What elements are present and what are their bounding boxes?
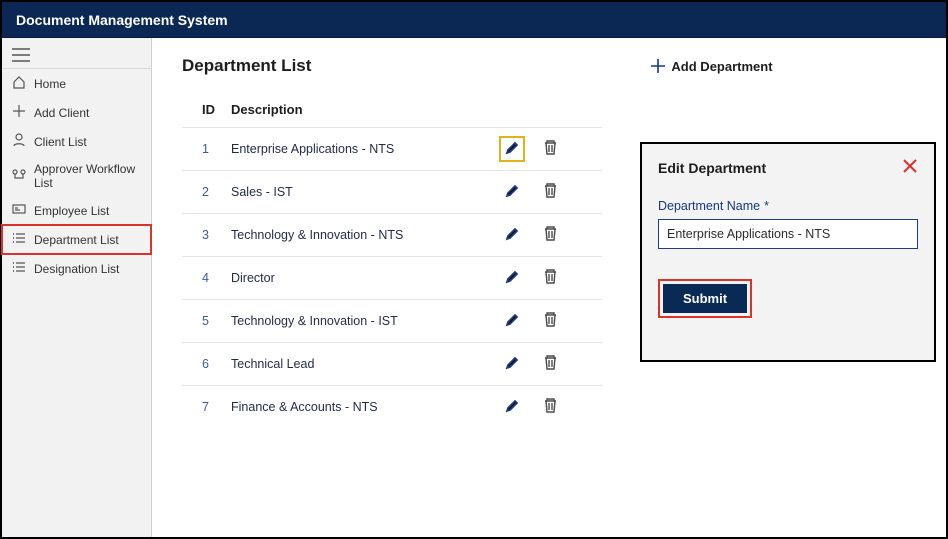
col-id: ID bbox=[182, 94, 223, 128]
delete-button[interactable] bbox=[539, 224, 561, 246]
pencil-icon bbox=[505, 141, 519, 158]
pencil-icon bbox=[505, 227, 519, 244]
delete-button[interactable] bbox=[539, 138, 561, 160]
card-icon bbox=[12, 202, 26, 219]
row-description: Director bbox=[223, 257, 493, 300]
row-description: Enterprise Applications - NTS bbox=[223, 128, 493, 171]
pencil-icon bbox=[505, 399, 519, 416]
home-icon bbox=[12, 75, 26, 92]
row-id: 4 bbox=[182, 257, 223, 300]
row-description: Finance & Accounts - NTS bbox=[223, 386, 493, 429]
table-row: 2Sales - IST bbox=[182, 171, 602, 214]
pencil-icon bbox=[505, 356, 519, 373]
row-description: Sales - IST bbox=[223, 171, 493, 214]
trash-icon bbox=[544, 312, 557, 330]
plus-icon bbox=[12, 104, 26, 121]
department-table: ID Description 1Enterprise Applications … bbox=[182, 94, 602, 428]
menu-toggle[interactable] bbox=[2, 42, 151, 69]
plus-icon bbox=[651, 59, 665, 73]
row-id: 5 bbox=[182, 300, 223, 343]
sidebar-item-approver-workflow-list[interactable]: Approver Workflow List bbox=[2, 156, 151, 196]
sidebar-item-label: Home bbox=[34, 77, 66, 91]
department-name-input[interactable] bbox=[658, 219, 918, 249]
submit-button[interactable]: Submit bbox=[663, 284, 747, 313]
required-mark: * bbox=[764, 199, 769, 213]
list-icon bbox=[12, 231, 26, 248]
submit-highlight: Submit bbox=[658, 279, 752, 318]
sidebar-item-home[interactable]: Home bbox=[2, 69, 151, 98]
pencil-icon bbox=[505, 270, 519, 287]
edit-button[interactable] bbox=[501, 310, 523, 332]
pencil-icon bbox=[505, 313, 519, 330]
page-header: Department List Add Department bbox=[182, 56, 920, 76]
sidebar-item-designation-list[interactable]: Designation List bbox=[2, 254, 151, 283]
edit-department-dialog: Edit Department Department Name * Submit bbox=[640, 142, 936, 362]
row-id: 6 bbox=[182, 343, 223, 386]
delete-button[interactable] bbox=[539, 181, 561, 203]
list-icon bbox=[12, 260, 26, 277]
table-row: 6Technical Lead bbox=[182, 343, 602, 386]
sidebar-item-department-list[interactable]: Department List bbox=[2, 225, 151, 254]
row-id: 1 bbox=[182, 128, 223, 171]
trash-icon bbox=[544, 140, 557, 158]
app-header: Document Management System bbox=[2, 2, 946, 38]
add-department-label: Add Department bbox=[671, 59, 772, 74]
edit-button[interactable] bbox=[501, 267, 523, 289]
sidebar-item-employee-list[interactable]: Employee List bbox=[2, 196, 151, 225]
table-row: 4Director bbox=[182, 257, 602, 300]
sidebar-item-label: Department List bbox=[34, 233, 119, 247]
trash-icon bbox=[544, 226, 557, 244]
row-id: 7 bbox=[182, 386, 223, 429]
delete-button[interactable] bbox=[539, 396, 561, 418]
trash-icon bbox=[544, 269, 557, 287]
sidebar-item-label: Client List bbox=[34, 135, 87, 149]
delete-button[interactable] bbox=[539, 310, 561, 332]
table-row: 5Technology & Innovation - IST bbox=[182, 300, 602, 343]
edit-button[interactable] bbox=[501, 138, 523, 160]
row-id: 2 bbox=[182, 171, 223, 214]
page-title: Department List bbox=[182, 56, 311, 76]
row-id: 3 bbox=[182, 214, 223, 257]
workflow-icon bbox=[12, 168, 26, 185]
pencil-icon bbox=[505, 184, 519, 201]
trash-icon bbox=[544, 355, 557, 373]
sidebar-item-add-client[interactable]: Add Client bbox=[2, 98, 151, 127]
dialog-close-button[interactable] bbox=[902, 158, 918, 177]
table-row: 1Enterprise Applications - NTS bbox=[182, 128, 602, 171]
table-row: 3Technology & Innovation - NTS bbox=[182, 214, 602, 257]
trash-icon bbox=[544, 183, 557, 201]
table-row: 7Finance & Accounts - NTS bbox=[182, 386, 602, 429]
sidebar-item-label: Designation List bbox=[34, 262, 119, 276]
hamburger-icon bbox=[12, 48, 30, 62]
app-title: Document Management System bbox=[16, 12, 228, 28]
delete-button[interactable] bbox=[539, 353, 561, 375]
department-name-label: Department Name * bbox=[658, 199, 918, 213]
close-icon bbox=[902, 158, 918, 174]
dialog-title: Edit Department bbox=[658, 160, 766, 176]
trash-icon bbox=[544, 398, 557, 416]
edit-button[interactable] bbox=[501, 353, 523, 375]
sidebar-item-client-list[interactable]: Client List bbox=[2, 127, 151, 156]
row-description: Technology & Innovation - NTS bbox=[223, 214, 493, 257]
sidebar-item-label: Approver Workflow List bbox=[34, 162, 141, 190]
sidebar-item-label: Add Client bbox=[34, 106, 89, 120]
col-description: Description bbox=[223, 94, 493, 128]
sidebar: Home Add Client Client List Approver Workfl… bbox=[2, 38, 152, 537]
edit-button[interactable] bbox=[501, 181, 523, 203]
edit-button[interactable] bbox=[501, 224, 523, 246]
row-description: Technical Lead bbox=[223, 343, 493, 386]
edit-button[interactable] bbox=[501, 396, 523, 418]
add-department-button[interactable]: Add Department bbox=[651, 59, 772, 74]
user-icon bbox=[12, 133, 26, 150]
delete-button[interactable] bbox=[539, 267, 561, 289]
sidebar-item-label: Employee List bbox=[34, 204, 109, 218]
row-description: Technology & Innovation - IST bbox=[223, 300, 493, 343]
